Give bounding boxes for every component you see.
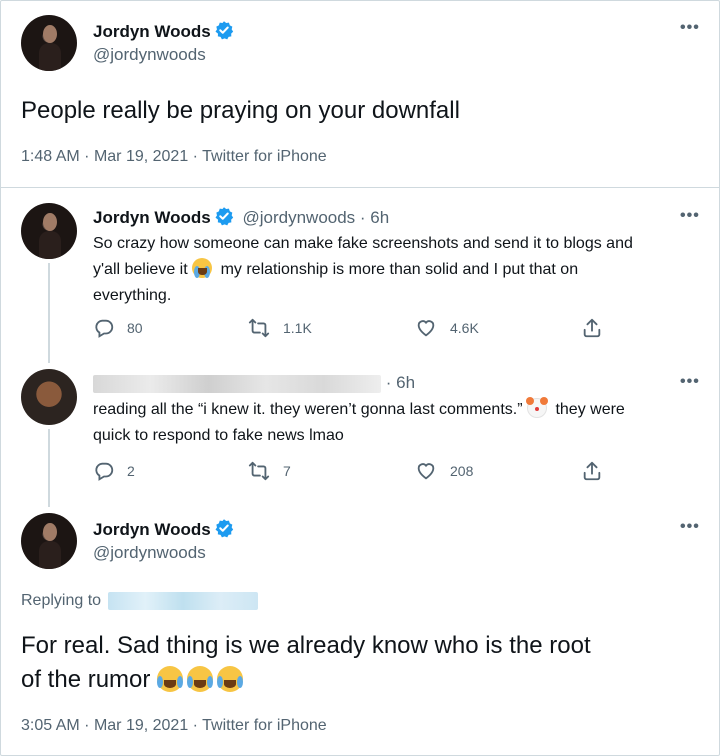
heart-icon: [417, 320, 435, 337]
reply-button[interactable]: 80: [93, 317, 143, 339]
meta-separator: ·: [84, 717, 94, 734]
reply-count: 80: [127, 320, 143, 336]
divider: [1, 187, 720, 188]
tears-of-joy-emoji-icon: [187, 666, 214, 692]
replying-to: Replying to: [21, 592, 258, 610]
tweet-text: People really be praying on your downfal…: [21, 97, 460, 124]
author-handle[interactable]: @jordynwoods: [242, 208, 355, 227]
tears-of-joy-emoji-icon: [217, 666, 244, 692]
more-options-icon[interactable]: •••: [680, 518, 700, 536]
meta-separator: ·: [192, 717, 203, 734]
reply-icon: [95, 319, 114, 338]
clown-face-emoji-icon: [526, 397, 548, 418]
author-name[interactable]: Jordyn Woods: [93, 20, 234, 42]
meta-separator: ·: [84, 148, 94, 165]
tweet-screenshot: Jordyn Woods @jordynwoods ••• People rea…: [0, 0, 720, 756]
more-options-icon[interactable]: •••: [680, 19, 700, 37]
meta-separator: ·: [355, 208, 371, 227]
tweet-text-line: For real. Sad thing is we already know w…: [21, 632, 591, 659]
avatar[interactable]: [21, 15, 77, 71]
like-count: 4.6K: [450, 320, 479, 336]
reply-header: Jordyn Woods @jordynwoods · 6h: [93, 206, 389, 228]
like-button[interactable]: 4.6K: [414, 317, 479, 339]
tweet-time[interactable]: 1:48 AM: [21, 148, 80, 165]
author-name[interactable]: Jordyn Woods: [93, 518, 234, 540]
like-button[interactable]: 208: [414, 460, 473, 482]
reply-count: 2: [127, 463, 135, 479]
avatar[interactable]: [21, 369, 77, 425]
share-icon: [583, 461, 601, 481]
heart-icon: [417, 463, 435, 480]
retweet-icon: [248, 318, 270, 338]
author-handle[interactable]: @jordynwoods: [93, 543, 206, 563]
reply-text-line: reading all the “i knew it. they weren’t…: [93, 397, 703, 423]
more-options-icon[interactable]: •••: [680, 373, 700, 391]
thread-line: [48, 429, 50, 507]
retweet-icon: [248, 461, 270, 481]
meta-separator: ·: [192, 148, 203, 165]
meta-separator: ·: [381, 373, 397, 392]
crying-face-emoji-icon: [192, 258, 213, 278]
share-button[interactable]: [581, 460, 615, 482]
reply-text-segment: y'all believe it: [93, 261, 188, 278]
replying-to-label: Replying to: [21, 592, 102, 610]
reply-age[interactable]: 6h: [370, 208, 389, 227]
reply-age[interactable]: 6h: [396, 373, 415, 392]
reply-text-segment: they were: [555, 401, 625, 418]
like-count: 208: [450, 463, 474, 479]
redacted-author-name: [93, 374, 381, 393]
tweet-source[interactable]: Twitter for iPhone: [202, 717, 327, 734]
author-name[interactable]: Jordyn Woods: [93, 208, 211, 227]
reply-text: So crazy how someone can make fake scree…: [93, 231, 703, 309]
share-icon: [583, 318, 601, 338]
reply-header: · 6h: [93, 373, 415, 393]
reply-button[interactable]: 2: [93, 460, 135, 482]
tweet-meta: 3:05 AM · Mar 19, 2021 · Twitter for iPh…: [21, 717, 327, 735]
verified-badge-icon: [215, 519, 233, 538]
reply-text-segment: reading all the “i knew it. they weren’t…: [93, 401, 523, 418]
verified-badge-icon: [215, 21, 233, 40]
avatar[interactable]: [21, 513, 77, 569]
tweet-text: For real. Sad thing is we already know w…: [21, 629, 591, 697]
tweet-source[interactable]: Twitter for iPhone: [202, 148, 327, 165]
reply-text: reading all the “i knew it. they weren’t…: [93, 397, 703, 449]
share-button[interactable]: [581, 317, 615, 339]
redacted-mention-link[interactable]: [107, 592, 258, 610]
retweet-button[interactable]: 7: [247, 460, 291, 482]
reply-text-line: quick to respond to fake news lmao: [93, 427, 344, 444]
more-options-icon[interactable]: •••: [680, 207, 700, 225]
reply-text-segment: my relationship is more than solid and I…: [220, 261, 579, 278]
retweet-count: 1.1K: [283, 320, 312, 336]
tweet-text-line: of the rumor: [21, 663, 591, 697]
tweet-time[interactable]: 3:05 AM: [21, 717, 80, 734]
author-name-text[interactable]: Jordyn Woods: [93, 520, 211, 539]
retweet-count: 7: [283, 463, 291, 479]
tweet-date[interactable]: Mar 19, 2021: [94, 148, 188, 165]
reply-text-line: y'all believe it my relationship is more…: [93, 257, 703, 283]
reply-text-line: everything.: [93, 287, 172, 304]
tears-of-joy-emoji-icon: [157, 666, 184, 692]
reply-icon: [95, 462, 114, 481]
author-name-text[interactable]: Jordyn Woods: [93, 22, 211, 41]
thread-line: [48, 263, 50, 363]
tweet-meta: 1:48 AM · Mar 19, 2021 · Twitter for iPh…: [21, 148, 327, 166]
verified-badge-icon: [215, 207, 233, 226]
avatar[interactable]: [21, 203, 77, 259]
tweet-text-segment: of the rumor: [21, 666, 151, 693]
retweet-button[interactable]: 1.1K: [247, 317, 312, 339]
author-handle[interactable]: @jordynwoods: [93, 45, 206, 65]
reply-text-line: So crazy how someone can make fake scree…: [93, 235, 633, 252]
tweet-date[interactable]: Mar 19, 2021: [94, 717, 188, 734]
